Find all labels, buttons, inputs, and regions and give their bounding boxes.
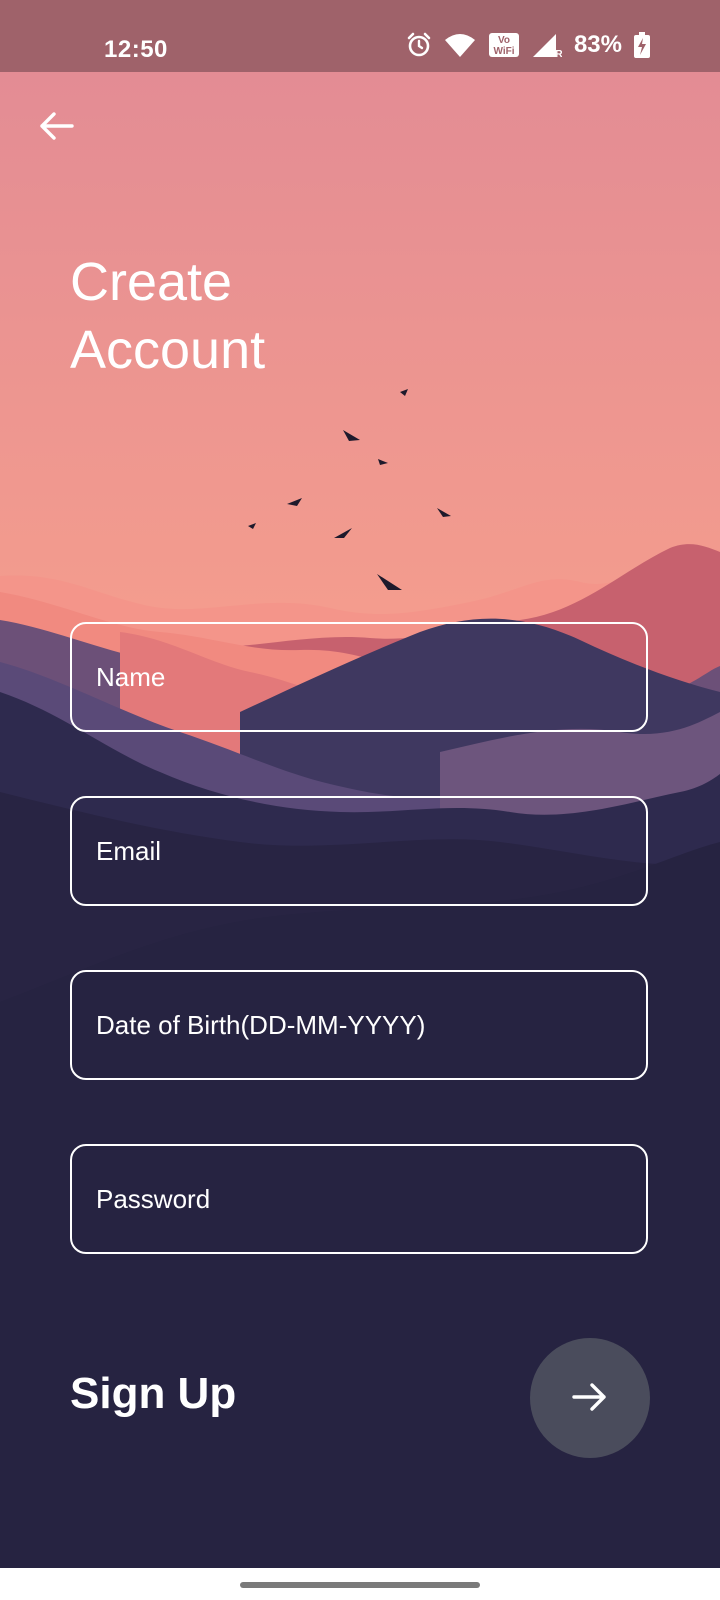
page-title: Create Account xyxy=(70,248,265,384)
signal-label: R xyxy=(555,49,562,58)
arrow-left-icon xyxy=(38,111,74,146)
sign-up-submit-button[interactable] xyxy=(530,1338,650,1458)
arrow-right-icon xyxy=(572,1382,608,1415)
vowifi-label-bottom: WiFi xyxy=(493,46,514,57)
system-navigation-bar xyxy=(0,1568,720,1600)
gesture-handle[interactable] xyxy=(240,1582,480,1588)
email-input[interactable] xyxy=(70,796,648,906)
create-account-screen: Create Account Sign Up xyxy=(0,72,720,1568)
vowifi-icon: Vo WiFi xyxy=(488,32,520,58)
status-bar: 12:50 Vo WiFi R 83% xyxy=(0,0,720,72)
battery-percent: 83% xyxy=(573,31,622,58)
status-icons: Vo WiFi R 83% xyxy=(406,31,650,59)
battery-charging-icon xyxy=(634,32,650,58)
password-input[interactable] xyxy=(70,1144,648,1254)
name-input[interactable] xyxy=(70,622,648,732)
status-time: 12:50 xyxy=(104,36,168,63)
wifi-icon xyxy=(444,32,476,58)
page-title-line-2: Account xyxy=(70,320,266,380)
vowifi-label-top: Vo xyxy=(498,35,510,46)
sign-up-label: Sign Up xyxy=(70,1369,237,1418)
alarm-icon xyxy=(406,32,432,58)
back-button[interactable] xyxy=(34,106,78,150)
signal-icon: R xyxy=(532,32,562,58)
page-title-line-1: Create xyxy=(70,252,233,312)
date-of-birth-input[interactable] xyxy=(70,970,648,1080)
